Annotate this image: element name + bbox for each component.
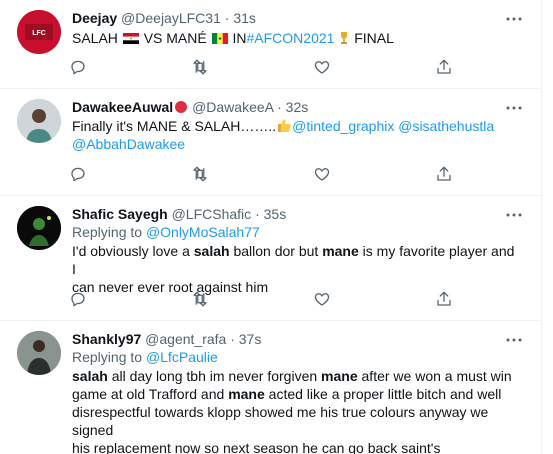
thumbs-up-icon: [278, 119, 291, 132]
avatar[interactable]: LFC: [17, 10, 61, 54]
more-icon[interactable]: [505, 331, 523, 349]
retweet-icon[interactable]: [190, 164, 210, 184]
tweet-text: Finally it's MANE & SALAH…….. @tinted_gra…: [72, 117, 521, 153]
trophy-icon: [341, 32, 348, 44]
separator: ·: [277, 99, 282, 115]
tweet-actions: [62, 57, 462, 77]
separator: ·: [230, 331, 235, 347]
reply-icon[interactable]: [68, 164, 88, 184]
avatar[interactable]: [17, 206, 61, 250]
tweet-text: I'd obviously love a salah ballon dor bu…: [72, 242, 521, 296]
more-icon[interactable]: [505, 206, 523, 224]
display-name[interactable]: DawakeeAuwal: [72, 99, 173, 115]
highlight-mane: mane: [322, 243, 359, 259]
more-icon[interactable]: [505, 99, 523, 117]
timestamp[interactable]: 32s: [286, 99, 309, 115]
text-segment: disrespectful towards klopp showed me hi…: [72, 404, 489, 438]
text-in: IN: [232, 30, 247, 46]
text-salah: SALAH: [72, 30, 118, 46]
timeline-feed: LFC Deejay @DeejayLFC31 · 31s SALAH VS M…: [0, 0, 542, 454]
timestamp[interactable]: 37s: [239, 331, 262, 347]
display-name[interactable]: Shankly97: [72, 331, 141, 347]
text-segment: ballon dor but: [229, 243, 323, 259]
handle[interactable]: @LFCShafic: [172, 206, 252, 222]
text-segment: all day long tbh im never forgiven: [107, 368, 322, 384]
mention-link[interactable]: @AbbahDawakee: [72, 136, 185, 152]
tweet-dawakeeauwal[interactable]: DawakeeAuwal @DawakeeA · 32s Finally it'…: [0, 89, 541, 196]
share-icon[interactable]: [434, 164, 454, 184]
tweet-shankly97[interactable]: Shankly97 @agent_rafa · 37s Replying to …: [0, 321, 541, 454]
mention-link[interactable]: @OnlyMoSalah77: [146, 224, 260, 240]
tweet-actions: [62, 289, 462, 309]
highlight-salah: salah: [193, 243, 230, 259]
like-icon[interactable]: [312, 289, 332, 309]
handle[interactable]: @DeejayLFC31: [121, 10, 221, 26]
text-vs-mane: VS MANÉ: [143, 30, 207, 46]
tweet-actions: [62, 164, 462, 184]
text-segment: I'd obviously love a: [72, 243, 194, 259]
like-icon[interactable]: [312, 57, 332, 77]
tweet-shafic[interactable]: Shafic Sayegh @LFCShafic · 35s Replying …: [0, 196, 541, 321]
handle[interactable]: @agent_rafa: [145, 331, 226, 347]
like-icon[interactable]: [312, 164, 332, 184]
display-name[interactable]: Deejay: [72, 10, 117, 26]
mention-link[interactable]: @sisathehustla: [398, 118, 494, 134]
separator: ·: [224, 10, 230, 26]
avatar[interactable]: [17, 331, 61, 375]
text-segment: after we won a must win: [357, 368, 512, 384]
text-final: FINAL: [354, 30, 394, 46]
tweet-deejay[interactable]: LFC Deejay @DeejayLFC31 · 31s SALAH VS M…: [0, 0, 541, 89]
mention-link[interactable]: @LfcPaulie: [146, 349, 218, 365]
timestamp[interactable]: 31s: [233, 10, 256, 26]
red-circle-icon: [175, 101, 188, 113]
handle[interactable]: @DawakeeA: [192, 99, 273, 115]
reply-icon[interactable]: [68, 289, 88, 309]
text-segment: his replacement now so next season he ca…: [72, 440, 441, 454]
text-segment: acted like a proper little bitch and wel…: [264, 386, 502, 402]
highlight-mane: mane: [321, 368, 358, 384]
timestamp[interactable]: 35s: [264, 206, 287, 222]
replying-to: Replying to @OnlyMoSalah77: [72, 223, 260, 241]
highlight-mane: mane: [228, 386, 265, 402]
tweet-text: salah all day long tbh im never forgiven…: [72, 367, 521, 454]
more-icon[interactable]: [505, 10, 523, 28]
replying-label: Replying to: [72, 224, 143, 240]
tweet-text: SALAH VS MANÉ IN#AFCON2021 FINAL: [72, 29, 521, 47]
retweet-icon[interactable]: [190, 57, 210, 77]
mention-link[interactable]: @tinted_graphix: [292, 118, 394, 134]
share-icon[interactable]: [434, 289, 454, 309]
hashtag-link[interactable]: #AFCON2021: [247, 30, 335, 46]
highlight-salah: salah: [72, 368, 108, 384]
retweet-icon[interactable]: [190, 289, 210, 309]
display-name[interactable]: Shafic Sayegh: [72, 206, 168, 222]
egypt-flag-icon: [122, 33, 139, 44]
separator: ·: [255, 206, 260, 222]
avatar[interactable]: [17, 99, 61, 143]
text-finally: Finally it's MANE & SALAH……..: [72, 118, 277, 134]
share-icon[interactable]: [434, 57, 454, 77]
reply-icon[interactable]: [68, 57, 88, 77]
text-segment: game at old Trafford and: [72, 386, 229, 402]
senegal-flag-icon: [211, 33, 228, 44]
replying-to: Replying to @LfcPaulie: [72, 348, 218, 366]
svg-text:LFC: LFC: [32, 30, 46, 37]
replying-label: Replying to: [72, 349, 143, 365]
